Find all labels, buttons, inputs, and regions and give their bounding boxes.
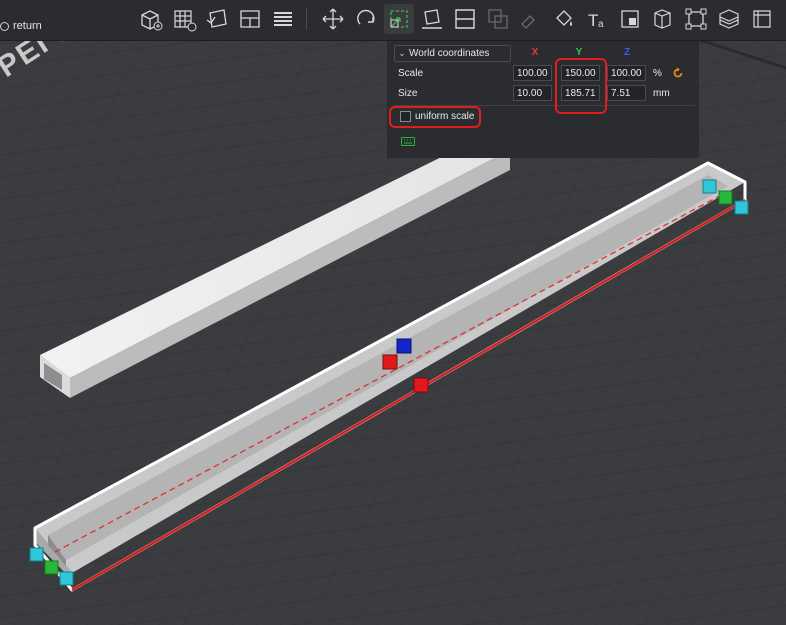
more-icon[interactable] — [747, 4, 777, 34]
size-unit: mm — [653, 88, 670, 99]
place-on-face-icon[interactable] — [417, 4, 447, 34]
scale-label: Scale — [398, 68, 424, 79]
x-axis-header: X — [531, 47, 539, 58]
layers-icon[interactable] — [268, 4, 298, 34]
chevron-down-icon: ⌄ — [398, 48, 406, 58]
svg-text:a: a — [598, 19, 604, 30]
uniform-scale-checkbox[interactable] — [400, 111, 411, 122]
y-axis-header: Y — [575, 47, 583, 58]
add-cube-icon[interactable] — [136, 4, 166, 34]
orient-icon[interactable] — [202, 4, 232, 34]
uniform-scale-label: uniform scale — [415, 111, 475, 122]
boolean-icon[interactable] — [483, 4, 513, 34]
handle-y-green[interactable] — [718, 190, 733, 205]
handle-corner-cyan[interactable] — [734, 200, 749, 215]
scale-y-input[interactable]: 150.00 — [561, 65, 600, 81]
scale-icon[interactable] — [384, 4, 414, 34]
move-icon[interactable] — [318, 4, 348, 34]
keyboard-shortcut-icon[interactable] — [401, 137, 415, 146]
measure-icon[interactable] — [648, 4, 678, 34]
support-paint-icon[interactable] — [516, 4, 546, 34]
size-z-input[interactable]: 7.51 — [607, 85, 646, 101]
text-icon[interactable]: Ta — [582, 4, 612, 34]
scale-panel: ⌄ World coordinates X Y Z Scale 100.00 1… — [387, 41, 699, 158]
handle-x-red[interactable] — [382, 354, 398, 370]
toolbar-separator — [306, 8, 307, 30]
reset-scale-icon[interactable] — [672, 67, 684, 79]
slice-view-icon[interactable] — [714, 4, 744, 34]
scale-z-input[interactable]: 100.00 — [607, 65, 646, 81]
cut-icon[interactable] — [450, 4, 480, 34]
handle-corner-cyan[interactable] — [702, 179, 717, 194]
return-button[interactable]: return — [0, 16, 42, 36]
size-y-input[interactable]: 185.71 — [561, 85, 600, 101]
panel-divider — [393, 105, 695, 106]
handle-corner-cyan[interactable] — [59, 571, 74, 586]
handle-z-blue[interactable] — [396, 338, 412, 354]
svg-text:T: T — [588, 11, 598, 30]
assembly-icon[interactable] — [681, 4, 711, 34]
svg-icon[interactable] — [615, 4, 645, 34]
return-label: return — [13, 20, 42, 32]
uniform-scale-toggle[interactable]: uniform scale — [400, 111, 474, 122]
coordinate-system-select[interactable]: ⌄ World coordinates — [394, 45, 511, 62]
top-toolbar: return Ta — [0, 0, 786, 41]
size-label: Size — [398, 88, 418, 99]
handle-x-red[interactable] — [413, 377, 429, 393]
scale-x-input[interactable]: 100.00 — [513, 65, 552, 81]
coordinate-system-value: World coordinates — [409, 48, 490, 59]
rotate-icon[interactable] — [351, 4, 381, 34]
return-icon — [0, 21, 9, 31]
arrange-grid-icon[interactable] — [169, 4, 199, 34]
scale-unit: % — [653, 68, 662, 79]
split-objects-icon[interactable] — [235, 4, 265, 34]
z-axis-header: Z — [623, 47, 631, 58]
size-x-input[interactable]: 10.00 — [513, 85, 552, 101]
color-paint-icon[interactable] — [549, 4, 579, 34]
handle-y-green[interactable] — [44, 560, 59, 575]
handle-corner-cyan[interactable] — [29, 547, 44, 562]
